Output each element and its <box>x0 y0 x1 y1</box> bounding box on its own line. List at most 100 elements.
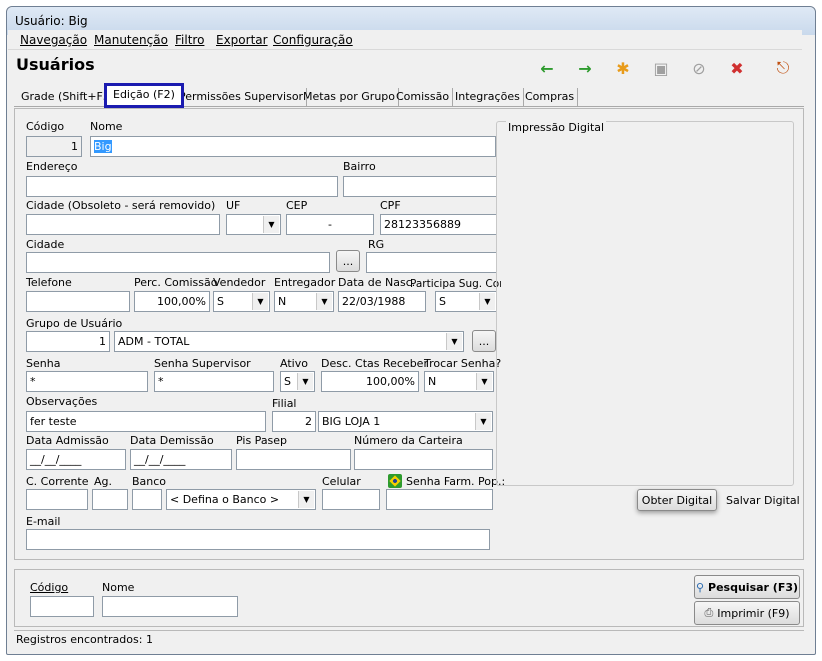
new-record-icon[interactable]: ✱ <box>612 57 634 79</box>
data-admissao-field[interactable]: __/__/____ <box>26 449 126 470</box>
search-nome-label: Nome <box>102 581 135 594</box>
pesquisar-button[interactable]: ⚲ Pesquisar (F3) <box>694 575 800 599</box>
data-nasc-label: Data de Nasc. <box>338 276 416 289</box>
bairro-field[interactable] <box>343 176 497 197</box>
tab-metas-por-grupo[interactable]: Metas por Grupo <box>300 88 400 106</box>
senha-supervisor-field[interactable]: * <box>154 371 274 392</box>
rg-label: RG <box>368 238 385 251</box>
participa-select[interactable]: S ▼ <box>435 291 497 312</box>
agencia-field[interactable] <box>92 489 128 510</box>
search-codigo-field[interactable] <box>30 596 94 617</box>
tab-integracoes[interactable]: Integrações <box>452 88 524 106</box>
banco-code-field[interactable] <box>132 489 162 510</box>
menu-manutencao[interactable]: Manutenção <box>94 33 168 47</box>
cidade-obsoleto-label: Cidade (Obsoleto - será removido) <box>26 199 216 212</box>
data-nasc-field[interactable]: 22/03/1988 <box>338 291 426 312</box>
vendedor-select[interactable]: S ▼ <box>213 291 270 312</box>
menu-bar: Navegação Manutenção Filtro Exportar Con… <box>8 30 802 50</box>
ativo-select[interactable]: S ▼ <box>280 371 315 392</box>
participa-label: Participa Sug. Cont <box>410 278 501 290</box>
codigo-field[interactable]: 1 <box>26 136 82 157</box>
imprimir-button[interactable]: ⎙ Imprimir (F9) <box>694 601 800 625</box>
trocar-senha-select[interactable]: N ▼ <box>424 371 494 392</box>
celular-field[interactable] <box>322 489 380 510</box>
nome-field[interactable]: Big <box>90 136 496 157</box>
senha-label: Senha <box>26 357 61 370</box>
chevron-down-icon: ▼ <box>316 293 332 310</box>
tab-edicao[interactable]: Edição (F2) <box>104 83 184 108</box>
forward-arrow-icon[interactable]: → <box>574 57 596 79</box>
cidade-obsoleto-field[interactable] <box>26 214 220 235</box>
cidade-search-button[interactable]: ... <box>336 250 360 272</box>
entregador-select[interactable]: N ▼ <box>274 291 334 312</box>
search-nome-field[interactable] <box>102 596 238 617</box>
cidade-field[interactable] <box>26 252 330 273</box>
window-title: Usuário: Big <box>15 14 88 28</box>
cancel-icon[interactable]: ⊘ <box>688 57 710 79</box>
bairro-label: Bairro <box>343 160 376 173</box>
cep-field[interactable]: - <box>286 214 374 235</box>
impressao-digital-group <box>496 121 794 486</box>
cpf-field[interactable]: 28123356889 <box>380 214 497 235</box>
banco-select[interactable]: < Defina o Banco > ▼ <box>166 489 316 510</box>
menu-exportar[interactable]: Exportar <box>216 33 268 47</box>
data-admissao-label: Data Admissão <box>26 434 109 447</box>
chevron-down-icon: ▼ <box>252 293 268 310</box>
menu-configuracao[interactable]: Configuração <box>273 33 353 47</box>
menu-navegacao[interactable]: Navegação <box>20 33 87 47</box>
numero-carteira-field[interactable] <box>354 449 493 470</box>
rg-field[interactable] <box>366 252 497 273</box>
obter-digital-button[interactable]: Obter Digital <box>637 489 717 511</box>
agencia-label: Ag. <box>94 475 113 488</box>
salvar-digital-button[interactable]: Salvar Digital <box>726 494 800 507</box>
data-demissao-field[interactable]: __/__/____ <box>130 449 232 470</box>
chevron-down-icon: ▼ <box>476 373 492 390</box>
tab-permissoes-supervisor[interactable]: Permissões Supervisor <box>176 88 308 106</box>
tab-comissao[interactable]: Comissão <box>393 88 454 106</box>
filial-label: Filial <box>272 397 297 410</box>
telefone-field[interactable] <box>26 291 130 312</box>
menu-filtro[interactable]: Filtro <box>175 33 204 47</box>
c-corrente-field[interactable] <box>26 489 88 510</box>
status-text: Registros encontrados: 1 <box>16 633 153 646</box>
back-arrow-icon[interactable]: ← <box>536 57 558 79</box>
ativo-label: Ativo <box>280 357 308 370</box>
chevron-down-icon: ▼ <box>479 293 495 310</box>
grupo-search-button[interactable]: ... <box>472 330 496 352</box>
save-icon[interactable]: ▣ <box>650 57 672 79</box>
senha-farm-pop-field[interactable] <box>386 489 493 510</box>
senha-supervisor-label: Senha Supervisor <box>154 357 251 370</box>
perc-comissao-field[interactable]: 100,00% <box>134 291 210 312</box>
cep-label: CEP <box>286 199 308 212</box>
endereco-label: Endereço <box>26 160 78 173</box>
pis-pasep-field[interactable] <box>236 449 351 470</box>
desc-ctas-label: Desc. Ctas Receber <box>321 357 428 370</box>
desc-ctas-field[interactable]: 100,00% <box>321 371 419 392</box>
vendedor-label: Vendedor <box>213 276 266 289</box>
cpf-label: CPF <box>380 199 401 212</box>
search-codigo-label: Código <box>30 581 69 594</box>
email-label: E-mail <box>26 515 61 528</box>
codigo-label: Código <box>26 120 65 133</box>
delete-icon[interactable]: ✖ <box>726 57 748 79</box>
endereco-field[interactable] <box>26 176 338 197</box>
cidade-label: Cidade <box>26 238 65 251</box>
printer-icon: ⎙ <box>704 606 714 619</box>
exit-icon[interactable]: ⎋ <box>772 57 794 79</box>
grupo-code-field[interactable]: 1 <box>26 331 110 352</box>
grupo-select[interactable]: ADM - TOTAL ▼ <box>114 331 464 352</box>
telefone-label: Telefone <box>26 276 72 289</box>
email-field[interactable] <box>26 529 490 550</box>
impressao-digital-title: Impressão Digital <box>506 121 607 134</box>
chevron-down-icon: ▼ <box>298 491 314 508</box>
senha-field[interactable]: * <box>26 371 148 392</box>
uf-select[interactable]: ▼ <box>226 214 281 235</box>
observacoes-field[interactable]: fer teste <box>26 411 266 432</box>
numero-carteira-label: Número da Carteira <box>354 434 463 447</box>
data-demissao-label: Data Demissão <box>130 434 214 447</box>
filial-select[interactable]: BIG LOJA 1 ▼ <box>318 411 493 432</box>
filial-code-field[interactable]: 2 <box>272 411 316 432</box>
chevron-down-icon: ▼ <box>297 373 313 390</box>
senha-farm-pop-label: Senha Farm. Pop.: <box>406 475 506 488</box>
tab-compras[interactable]: Compras <box>522 88 579 106</box>
